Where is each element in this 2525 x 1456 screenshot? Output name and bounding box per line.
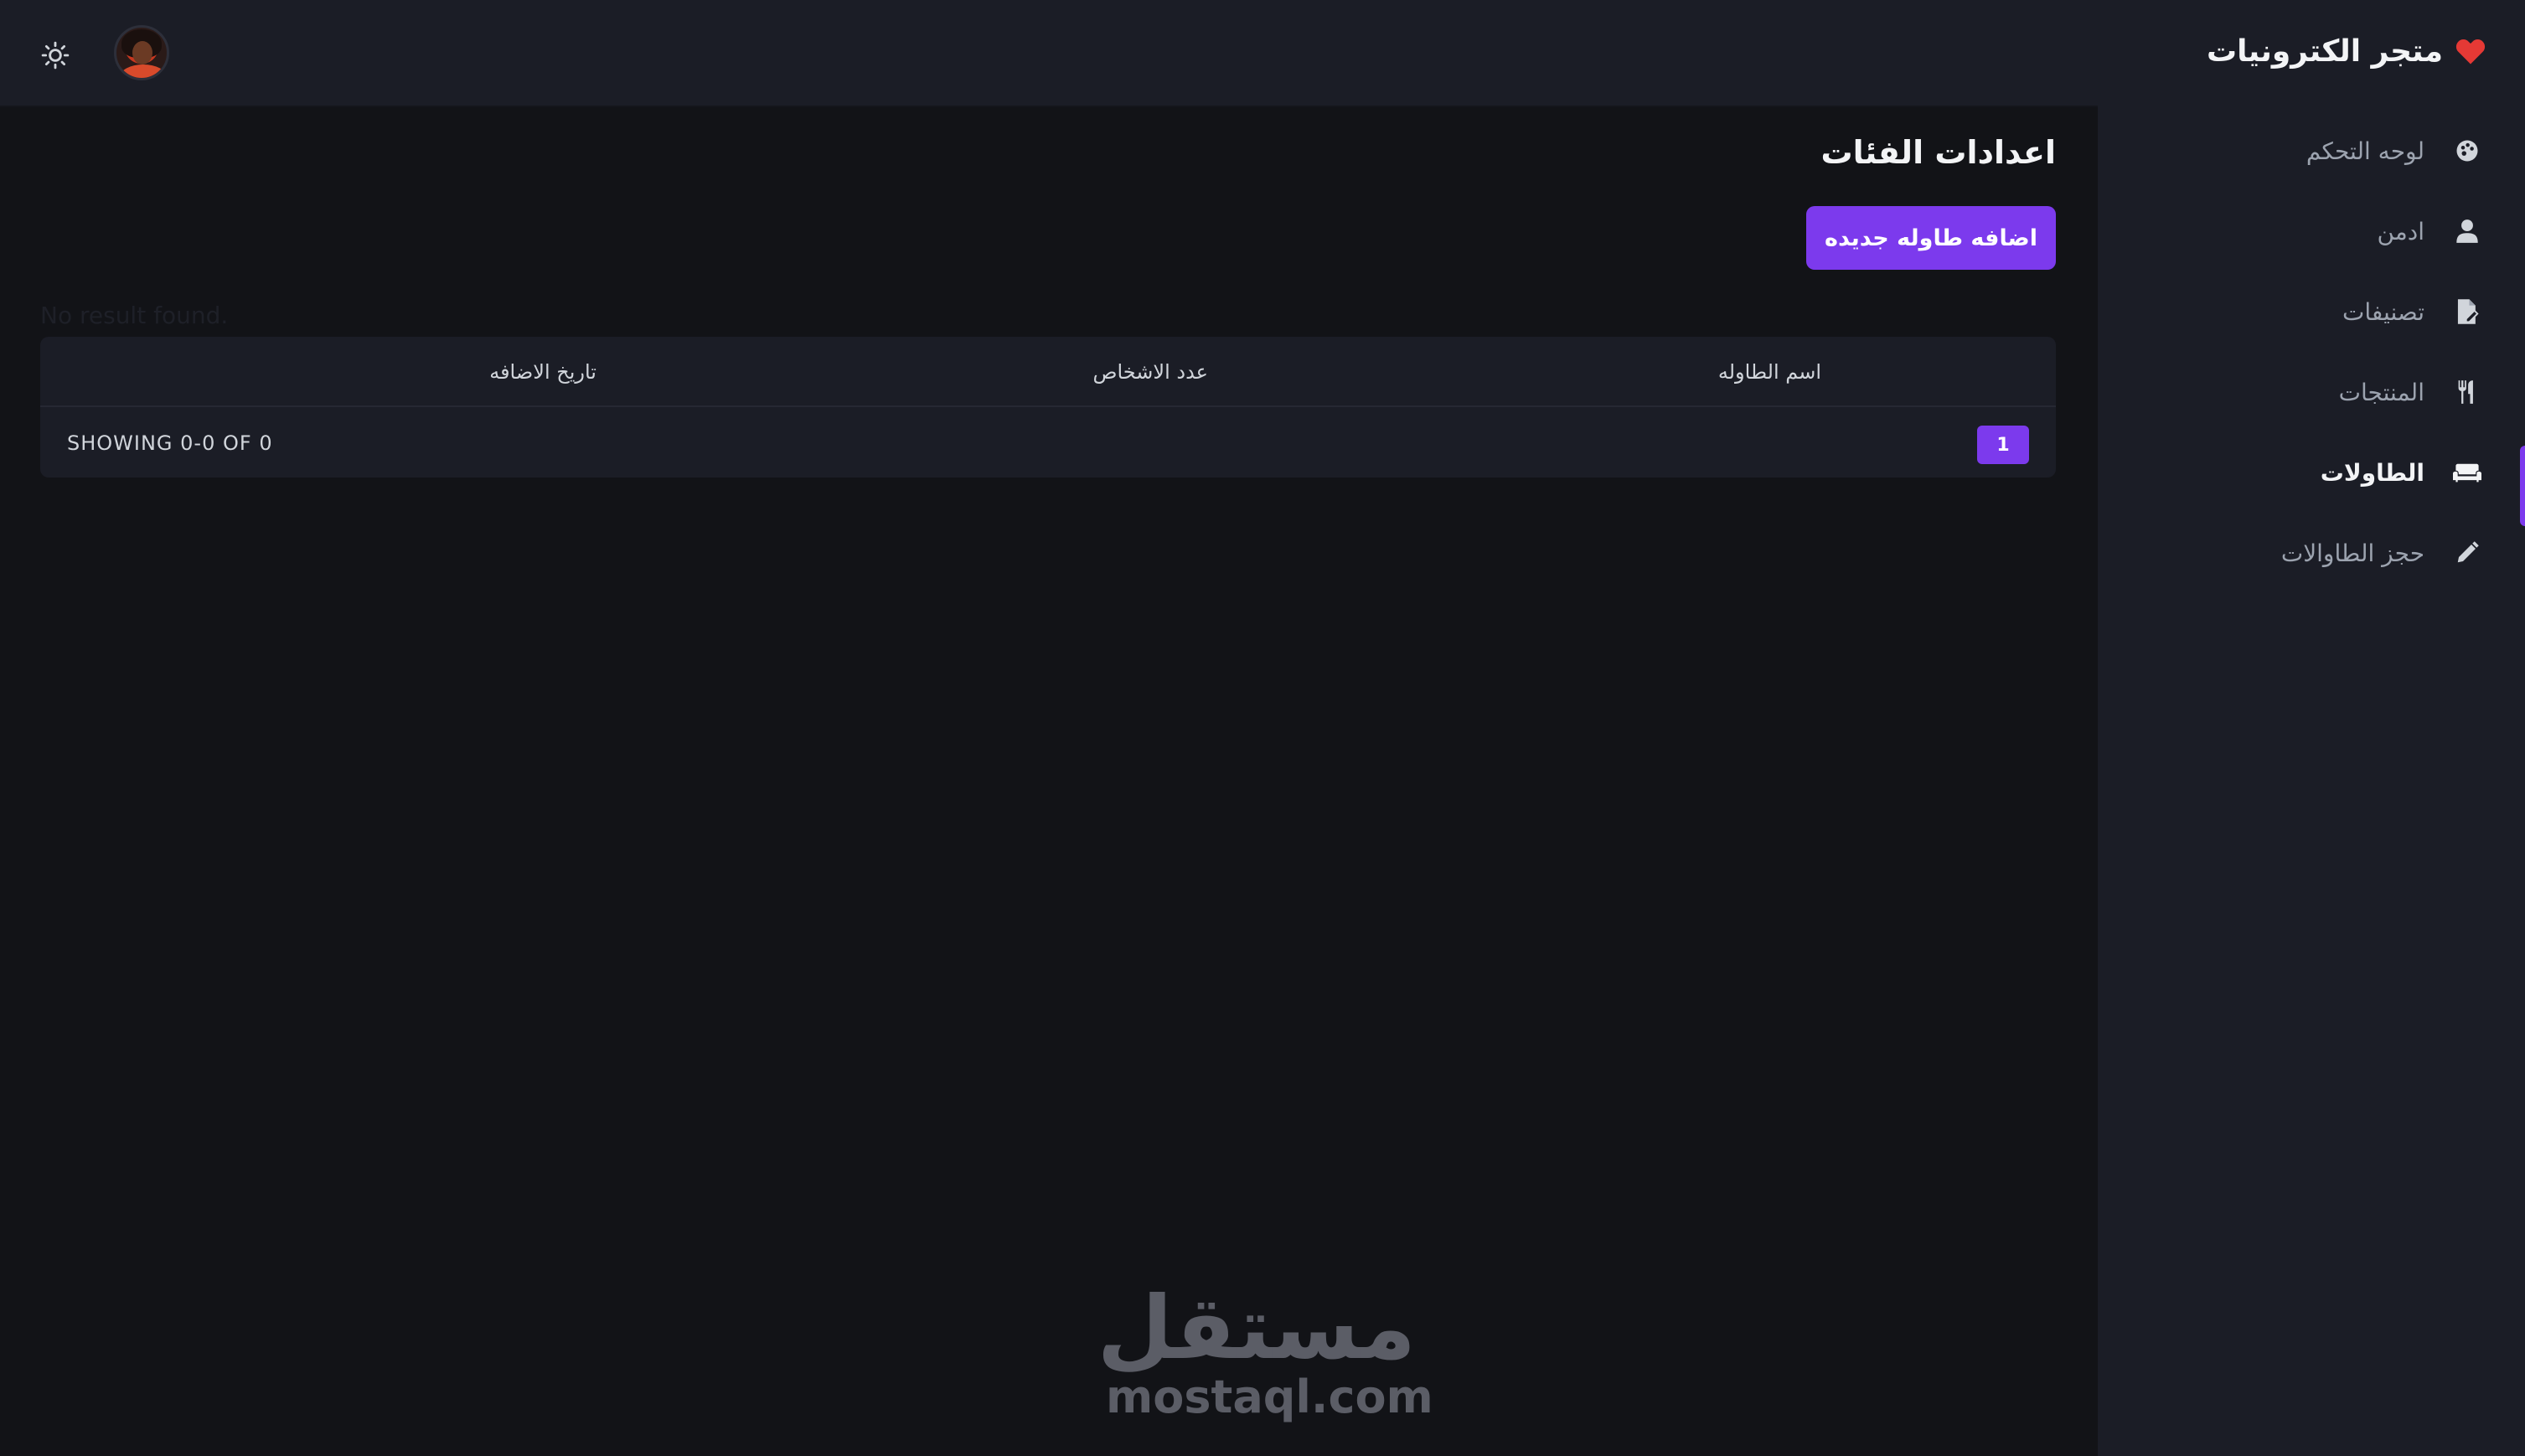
heart-icon xyxy=(2455,39,2486,65)
sidebar-item-dashboard[interactable]: لوحه التحكم xyxy=(2098,111,2525,191)
user-icon xyxy=(2453,217,2481,245)
top-bar xyxy=(0,0,2098,107)
sidebar-item-label: الطاولات xyxy=(2320,458,2424,487)
pagination-summary: SHOWING 0-0 OF 0 xyxy=(67,431,273,455)
watermark-arabic: مستقل xyxy=(1097,1277,1416,1379)
sidebar-item-label: تصنيفات xyxy=(2342,297,2424,326)
column-header-date-added[interactable]: تاريخ الاضافه xyxy=(489,337,596,407)
column-header-people-count[interactable]: عدد الاشخاص xyxy=(1092,337,1208,407)
file-edit-icon xyxy=(2453,297,2481,326)
page-title: اعدادات الفئات xyxy=(1820,134,2056,171)
utensils-icon xyxy=(2453,378,2481,406)
empty-state-text: No result found. xyxy=(40,302,229,329)
watermark: مستقل mostaql.com xyxy=(1097,1277,1433,1423)
sidebar: متجر الكترونيات لوحه التحكم ادمن تصنيفات… xyxy=(2098,0,2525,1456)
sidebar-item-categories[interactable]: تصنيفات xyxy=(2098,271,2525,352)
pagination-page-button[interactable]: 1 xyxy=(1977,426,2029,464)
sidebar-item-tables[interactable]: الطاولات xyxy=(2098,432,2525,526)
sidebar-item-label: لوحه التحكم xyxy=(2306,137,2424,165)
sidebar-item-label: حجز الطاوالات xyxy=(2280,539,2424,567)
sidebar-item-admin[interactable]: ادمن xyxy=(2098,191,2525,271)
sidebar-item-table-booking[interactable]: حجز الطاوالات xyxy=(2098,513,2525,593)
add-table-button[interactable]: اضافه طاوله جديده xyxy=(1806,206,2056,270)
watermark-latin: mostaql.com xyxy=(1106,1371,1433,1423)
avatar[interactable] xyxy=(114,25,169,80)
sidebar-nav: لوحه التحكم ادمن تصنيفات المنتجات الطاول… xyxy=(2098,111,2525,593)
table-footer: SHOWING 0-0 OF 0 1 xyxy=(40,409,2056,478)
sun-icon xyxy=(41,41,70,70)
couch-icon xyxy=(2453,458,2481,487)
palette-icon xyxy=(2453,137,2481,165)
table-header: اسم الطاوله عدد الاشخاص تاريخ الاضافه xyxy=(40,337,2056,407)
column-header-table-name[interactable]: اسم الطاوله xyxy=(1718,337,1821,407)
tables-table: اسم الطاوله عدد الاشخاص تاريخ الاضافه SH… xyxy=(40,337,2056,478)
sidebar-item-label: ادمن xyxy=(2377,217,2424,245)
sidebar-item-label: المنتجات xyxy=(2338,378,2424,406)
brand[interactable]: متجر الكترونيات xyxy=(2207,30,2486,72)
theme-toggle-button[interactable] xyxy=(37,37,74,74)
sidebar-item-products[interactable]: المنتجات xyxy=(2098,352,2525,432)
pencil-icon xyxy=(2453,539,2481,567)
brand-name: متجر الكترونيات xyxy=(2206,34,2443,69)
